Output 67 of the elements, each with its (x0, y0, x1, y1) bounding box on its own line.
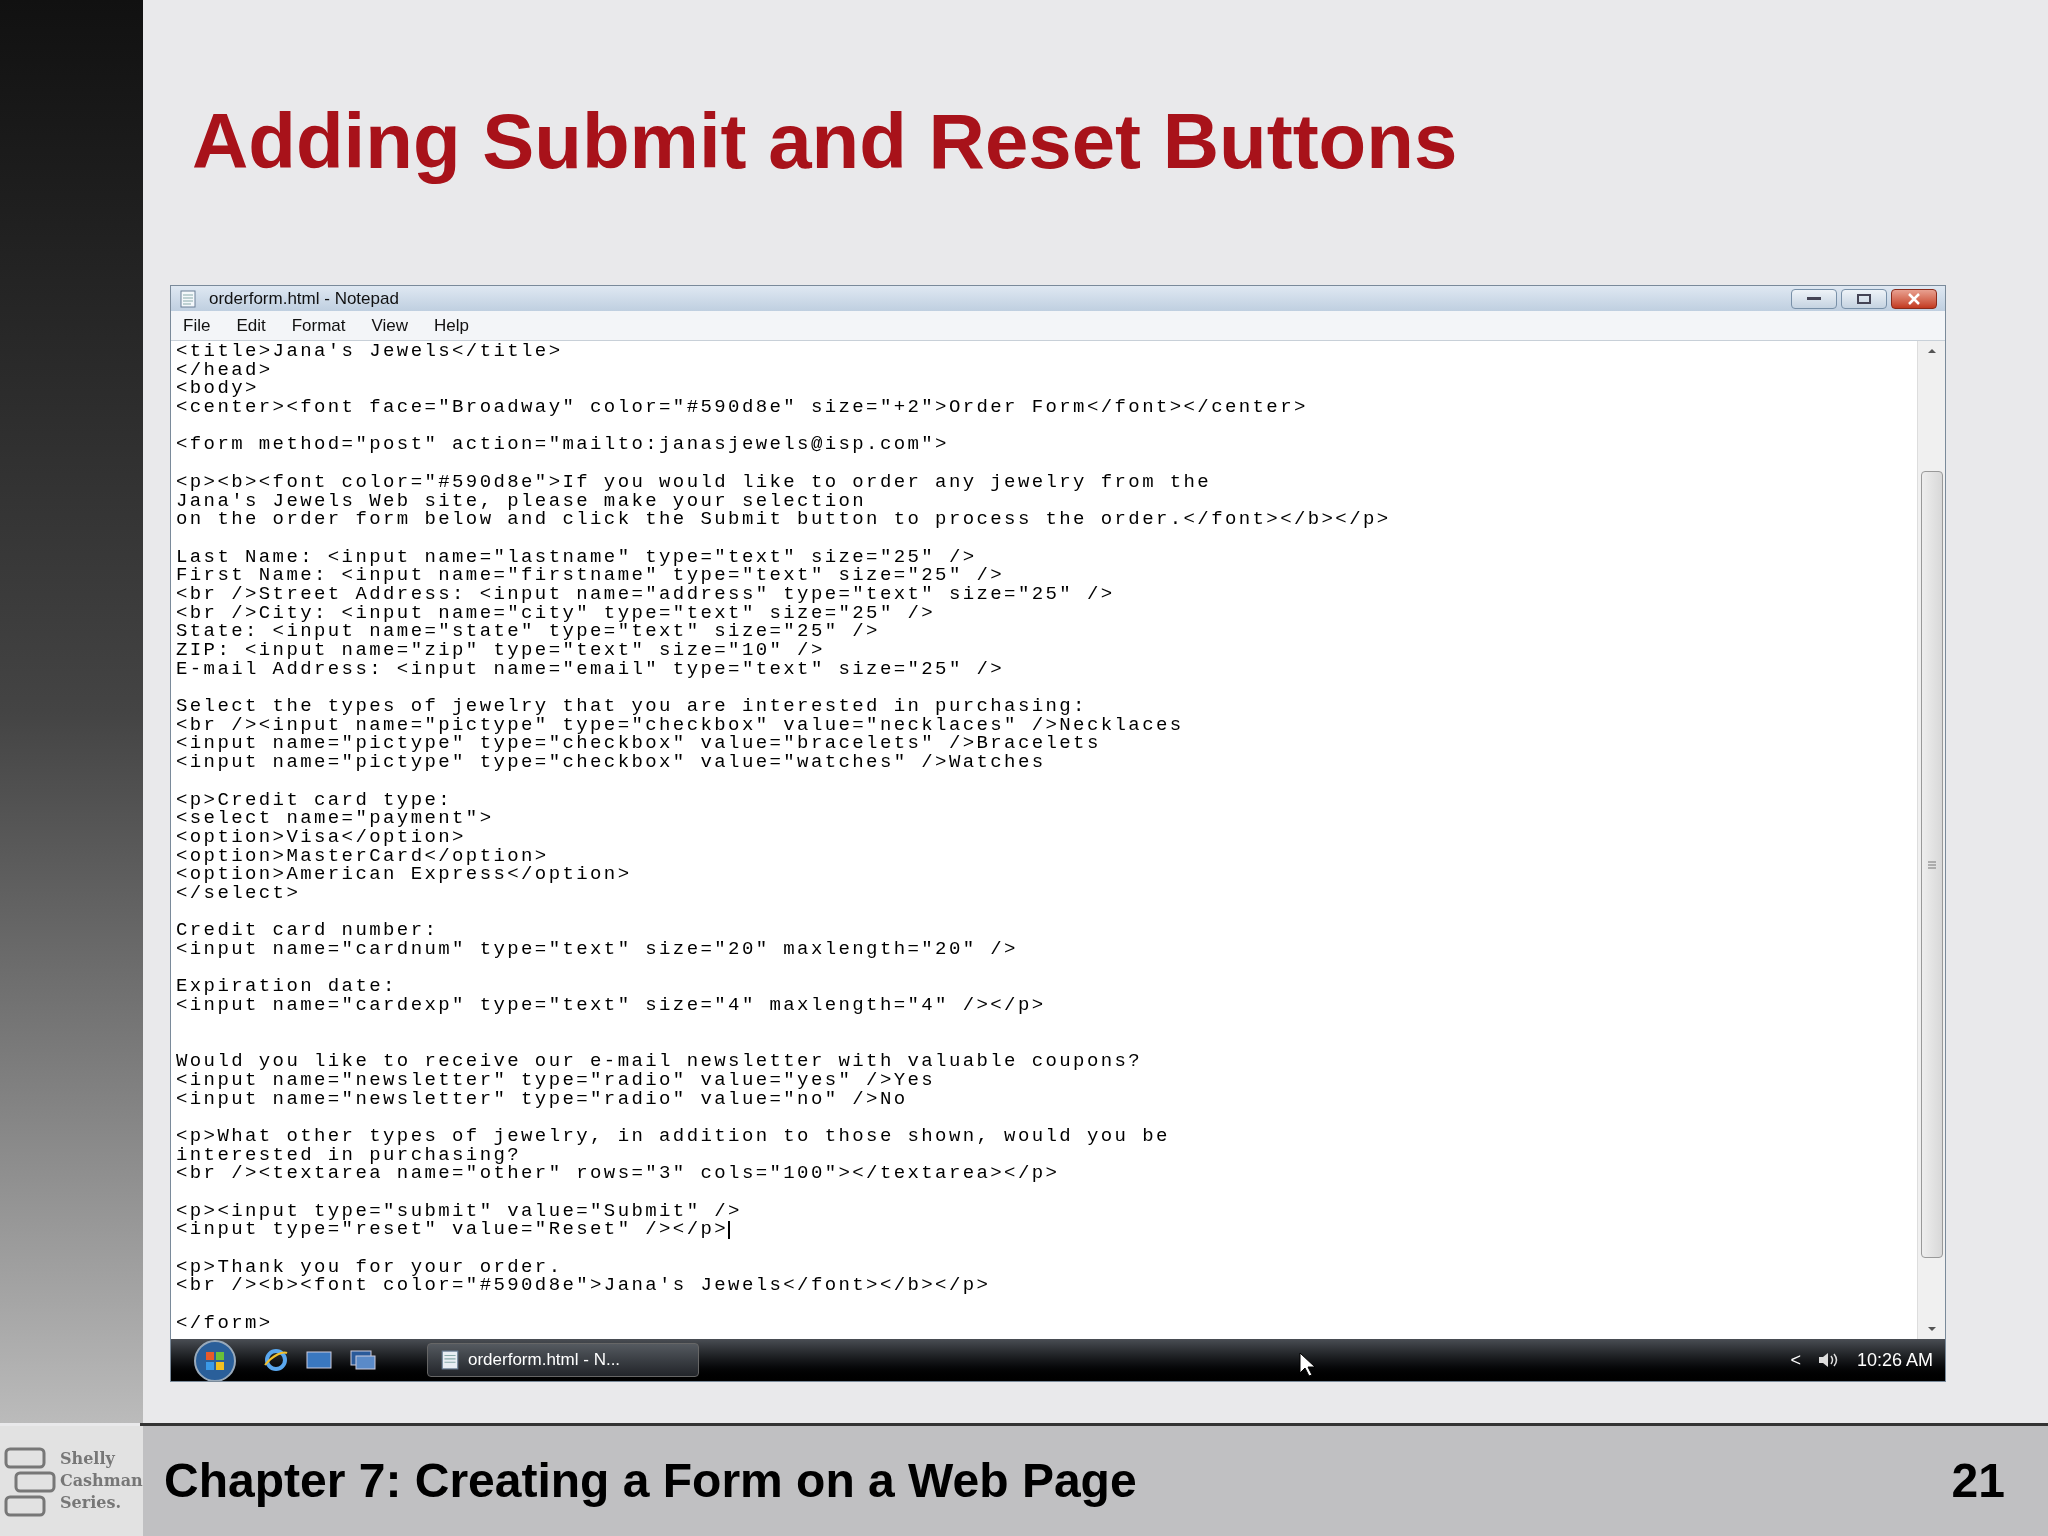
code-line: Select the types of jewelry that you are interested in purchasing: (176, 697, 1087, 716)
code-line: <input name="pictype" type="checkbox" value="watches" />Watches (176, 753, 1046, 772)
code-line: <form method="post" action="mailto:janasjewels@isp.com"> (176, 435, 949, 455)
code-line: <input name="newsletter" type="radio" value="no" />No (176, 1089, 908, 1109)
code-line: ZIP: <input name="zip" type="text" size="10" /> (176, 641, 825, 660)
window-switch-icon[interactable] (349, 1349, 377, 1371)
page-number: 21 (1951, 1453, 2005, 1509)
desktop-icon[interactable] (305, 1349, 333, 1371)
code-line: State: <input name="state" type="text" size="25" /> (176, 622, 880, 641)
clock: 10:26 AM (1856, 1348, 1933, 1372)
code-line: <br />Street Address: <input name="address" type="text" size="25" /> (176, 584, 1115, 604)
code-line: <title>Jana's Jewels</title> (176, 342, 563, 361)
menu-item[interactable]: Edit (236, 312, 266, 339)
logo-text: Cashman (60, 1470, 143, 1492)
chapter-title: Chapter 7: Creating a Form on a Web Page (164, 1453, 1137, 1509)
scrollbar-thumb[interactable] (1920, 471, 1943, 1258)
code-line: </form> (176, 1313, 273, 1333)
code-line: <p><b><font color="#590d8e">If you would like to order any jewelry from the (176, 472, 1212, 492)
code-line: <center><font face="Broadway" color="#590d8e" size="+2">Order Form</font></center> (176, 398, 1308, 417)
code-line: <select name="payment"> (176, 809, 494, 828)
tray-arrow[interactable]: < (1790, 1346, 1801, 1374)
close-icon (1907, 292, 1921, 305)
logo-text: Series. (60, 1492, 122, 1514)
browser-icon[interactable] (263, 1347, 289, 1373)
mouse-pointer-icon (1299, 1352, 1317, 1378)
maximize-button[interactable] (1841, 288, 1887, 309)
code-line: interested in purchasing? (176, 1145, 522, 1165)
menu-item[interactable]: File (183, 312, 211, 339)
code-line: <input name="pictype" type="checkbox" value="bracelets" />Bracelets (176, 734, 1101, 754)
notepad-icon (440, 1350, 460, 1370)
code-line: <br />City: <input name="city" type="text" size="25" /> (176, 603, 936, 623)
code-line: <p>What other types of jewelry, in addition to those shown, would you be (176, 1126, 1170, 1146)
code-line: Credit card number: (176, 921, 439, 940)
window-title: orderform.html - Notepad (209, 287, 399, 310)
code-line: <option>MasterCard</option> (176, 846, 549, 866)
code-line: Would you like to receive our e-mail newsletter with valuable coupons? (176, 1052, 1143, 1071)
close-button[interactable] (1891, 288, 1937, 309)
code-line: <body> (176, 379, 259, 399)
code-line: Last Name: <input name="lastname" type="text" size="25" /> (176, 547, 977, 567)
code-line: <br /><textarea name="other" rows="3" cols="100"></textarea></p> (176, 1164, 1060, 1183)
code-line: <p>Credit card type: (176, 790, 453, 810)
code-line: <p><input type="submit" value="Submit" /> (176, 1201, 742, 1221)
notepad-icon (179, 289, 197, 308)
code-line: <input name="cardexp" type="text" size="4" maxlength="4" /></p> (176, 996, 1046, 1015)
taskbar-button[interactable]: orderform.html - N... (427, 1343, 699, 1377)
code-line: Jana's Jewels Web site, please make your selection (176, 491, 867, 511)
text-cursor (728, 1220, 731, 1239)
code-line: <br /><input name="pictype" type="checkbox" value="necklaces" />Necklaces (176, 715, 1184, 735)
code-line: <option>American Express</option> (176, 865, 632, 884)
code-line: on the order form below and click the Submit button to process the order.</font></b></p> (176, 510, 1391, 529)
code-line: Expiration date: (176, 977, 397, 997)
menu-item[interactable]: View (371, 312, 409, 339)
code-line: <option>Visa</option> (176, 827, 466, 847)
code-line: <input type="reset" value="Reset" /></p> (176, 1220, 729, 1240)
menu-item[interactable]: Help (434, 312, 470, 339)
code-line: <input name="cardnum" type="text" size="20" maxlength="20" /> (176, 940, 1018, 959)
minimize-button[interactable] (1791, 288, 1837, 309)
code-line: <p>Thank you for your order. (176, 1257, 563, 1277)
code-line: <input name="newsletter" type="radio" value="yes" />Yes (176, 1070, 936, 1090)
code-line: First Name: <input name="firstname" type="text" size="25" /> (176, 566, 1005, 585)
code-line: </head> (176, 360, 273, 380)
logo-text: Shelly (60, 1448, 117, 1470)
menu-item[interactable]: Format (291, 312, 346, 339)
vertical-scrollbar[interactable] (1917, 341, 1945, 1339)
code-line: E-mail Address: <input name="email" type="text" size="25" /> (176, 659, 1005, 679)
code-line: </select> (176, 883, 301, 903)
code-line: <br /><b><font color="#590d8e">Jana's Jewels</font></b></p> (176, 1276, 991, 1296)
